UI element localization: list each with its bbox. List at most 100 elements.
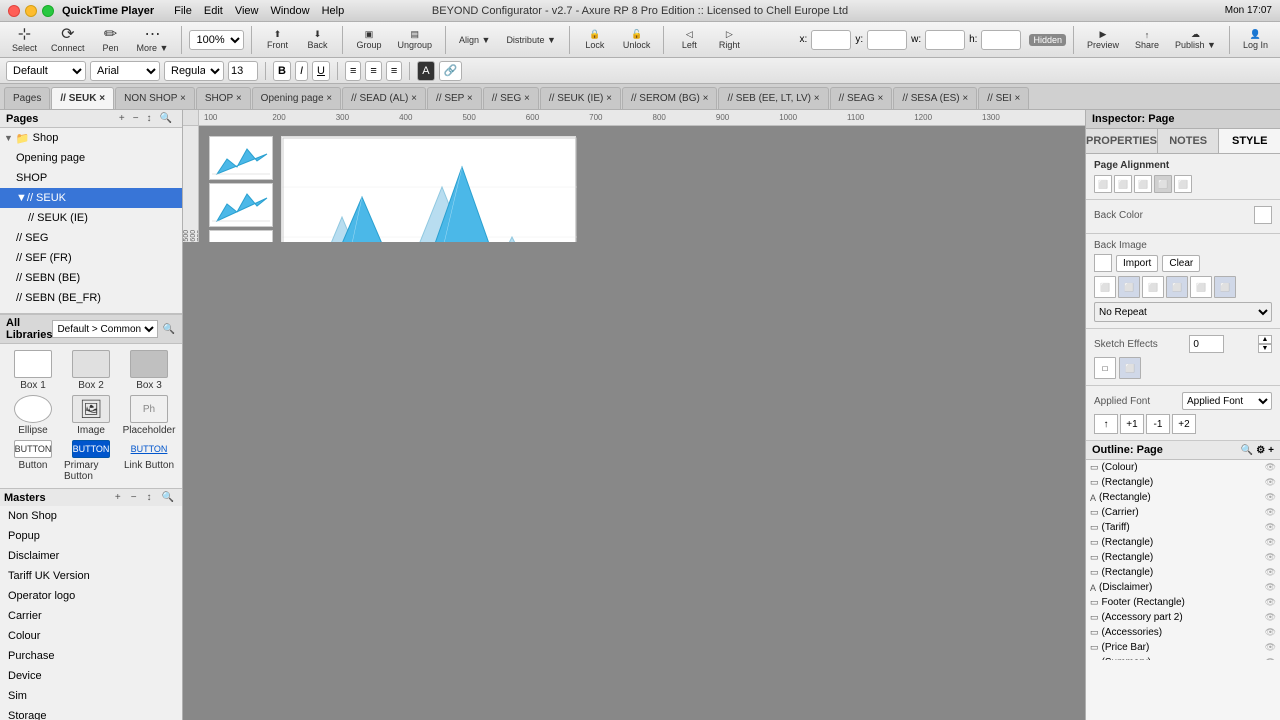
- pattern-btn-2[interactable]: ⬜: [1118, 276, 1140, 298]
- carrier-visibility-icon[interactable]: 👁: [1265, 507, 1276, 518]
- rect2-visibility-icon[interactable]: 👁: [1265, 492, 1276, 503]
- tab-seukie[interactable]: // SEUK (IE) ×: [540, 87, 621, 109]
- repeat-select[interactable]: No Repeat: [1094, 302, 1272, 322]
- pages-search-btn[interactable]: 🔍: [156, 112, 176, 125]
- widget-box3[interactable]: Box 3: [122, 350, 176, 391]
- page-seffr[interactable]: // SEF (FR): [0, 248, 182, 268]
- underline-button[interactable]: U: [312, 61, 330, 81]
- outline-search-btn[interactable]: 🔍: [1241, 445, 1253, 456]
- outline-add-btn[interactable]: +: [1268, 445, 1274, 456]
- tariff-visibility-icon[interactable]: 👁: [1265, 522, 1276, 533]
- share-button[interactable]: ↑ Share: [1129, 28, 1165, 52]
- widget-primary-button[interactable]: BUTTON Primary Button: [64, 440, 118, 482]
- menu-view[interactable]: View: [235, 5, 259, 17]
- disclaimer-visibility-icon[interactable]: 👁: [1265, 582, 1276, 593]
- align-center-button[interactable]: ≡: [365, 61, 381, 81]
- sketch-style-2[interactable]: ⬜: [1119, 357, 1141, 379]
- bold-button[interactable]: B: [273, 61, 291, 81]
- no-repeat-select[interactable]: No Repeat: [1094, 302, 1272, 322]
- library-select[interactable]: Default > Common: [52, 320, 158, 338]
- align-center-btn[interactable]: ⬜: [1114, 175, 1132, 193]
- font-family-select[interactable]: Arial: [90, 61, 160, 81]
- unlock-button[interactable]: 🔓 Unlock: [617, 27, 657, 52]
- align-stretch-btn[interactable]: ⬜: [1154, 175, 1172, 193]
- outline-accessory2[interactable]: ▭ (Accessory part 2) 👁: [1086, 610, 1280, 625]
- link-button[interactable]: 🔗: [439, 61, 463, 81]
- outline-rect-3[interactable]: ▭ (Rectangle) 👁: [1086, 535, 1280, 550]
- right-button[interactable]: ▷ Right: [711, 27, 747, 52]
- align-button[interactable]: Align ▼: [453, 33, 496, 47]
- thumb-3[interactable]: [209, 230, 273, 242]
- sketch-up[interactable]: ▲: [1258, 335, 1272, 344]
- back-button[interactable]: ⬇ Back: [299, 27, 335, 52]
- page-sebnfr[interactable]: // SEBN (BE_FR): [0, 288, 182, 308]
- pattern-btn-4[interactable]: ⬜: [1166, 276, 1188, 298]
- align-left-button[interactable]: ≡: [345, 61, 361, 81]
- connect-tool[interactable]: ⟳ Connect: [45, 25, 91, 55]
- pattern-btn-1[interactable]: ⬜: [1094, 276, 1116, 298]
- font-size-down-btn[interactable]: ↑: [1094, 414, 1118, 434]
- thumb-2[interactable]: [209, 183, 273, 227]
- pattern-btn-3[interactable]: ⬜: [1142, 276, 1164, 298]
- x-input[interactable]: [811, 30, 851, 50]
- master-storage[interactable]: Storage: [0, 706, 182, 720]
- outline-colour[interactable]: ▭ (Colour) 👁: [1086, 460, 1280, 475]
- page-seukie[interactable]: // SEUK (IE): [0, 208, 182, 228]
- tab-pages[interactable]: Pages: [4, 87, 50, 109]
- master-colour[interactable]: Colour: [0, 626, 182, 646]
- menu-file[interactable]: File: [174, 5, 192, 17]
- outline-tariff[interactable]: ▭ (Tariff) 👁: [1086, 520, 1280, 535]
- widget-box2[interactable]: Box 2: [64, 350, 118, 391]
- italic-button[interactable]: I: [295, 61, 308, 81]
- widget-box1[interactable]: Box 1: [6, 350, 60, 391]
- outline-accessories[interactable]: ▭ (Accessories) 👁: [1086, 625, 1280, 640]
- more-tool[interactable]: ⋯ More ▼: [131, 25, 175, 55]
- clear-button[interactable]: Clear: [1162, 255, 1200, 272]
- page-sebn[interactable]: // SEBN (BE): [0, 268, 182, 288]
- outline-pricebar[interactable]: ▭ (Price Bar) 👁: [1086, 640, 1280, 655]
- select-tool[interactable]: ⊹ Select: [6, 25, 43, 55]
- outline-rect-4[interactable]: ▭ (Rectangle) 👁: [1086, 550, 1280, 565]
- tab-opening[interactable]: Opening page ×: [252, 87, 341, 109]
- font-size-minus1-btn[interactable]: -1: [1146, 414, 1170, 434]
- master-purchase[interactable]: Purchase: [0, 646, 182, 666]
- minimize-button[interactable]: [25, 5, 37, 17]
- colour-visibility-icon[interactable]: 👁: [1265, 462, 1276, 473]
- footer-visibility-icon[interactable]: 👁: [1265, 597, 1276, 608]
- outline-summary[interactable]: ▭ (Summary) 👁: [1086, 655, 1280, 660]
- zoom-select[interactable]: 100% 75% 150%: [189, 30, 244, 50]
- outline-carrier[interactable]: ▭ (Carrier) 👁: [1086, 505, 1280, 520]
- master-operator-logo[interactable]: Operator logo: [0, 586, 182, 606]
- align-left-btn[interactable]: ⬜: [1094, 175, 1112, 193]
- tab-sead[interactable]: // SEAD (AL) ×: [342, 87, 426, 109]
- sketch-input[interactable]: [1189, 335, 1224, 353]
- accessory2-visibility-icon[interactable]: 👁: [1265, 612, 1276, 623]
- rect5-visibility-icon[interactable]: 👁: [1265, 567, 1276, 578]
- login-button[interactable]: 👤 Log In: [1237, 27, 1274, 52]
- w-input[interactable]: [925, 30, 965, 50]
- pages-delete-btn[interactable]: −: [129, 112, 143, 125]
- outline-footer[interactable]: ▭ Footer (Rectangle) 👁: [1086, 595, 1280, 610]
- summary-visibility-icon[interactable]: 👁: [1265, 657, 1276, 660]
- menu-help[interactable]: Help: [322, 5, 345, 17]
- widget-link-button[interactable]: BUTTON Link Button: [122, 440, 176, 482]
- masters-delete-btn[interactable]: −: [127, 491, 141, 504]
- sketch-down[interactable]: ▼: [1258, 344, 1272, 353]
- outline-rect-2[interactable]: A (Rectangle) 👁: [1086, 490, 1280, 505]
- tab-properties[interactable]: PROPERTIES: [1086, 129, 1158, 153]
- tab-seg[interactable]: // SEG ×: [483, 87, 539, 109]
- tab-nonshop[interactable]: NON SHOP ×: [115, 87, 195, 109]
- master-carrier[interactable]: Carrier: [0, 606, 182, 626]
- outline-disclaimer[interactable]: A (Disclaimer) 👁: [1086, 580, 1280, 595]
- align-right-btn[interactable]: ⬜: [1134, 175, 1152, 193]
- page-sebnl[interactable]: // SEBN (NL): [0, 308, 182, 313]
- import-button[interactable]: Import: [1116, 255, 1158, 272]
- tab-notes[interactable]: NOTES: [1158, 129, 1220, 153]
- pages-add-btn[interactable]: +: [115, 112, 129, 125]
- accessories-visibility-icon[interactable]: 👁: [1265, 627, 1276, 638]
- rect4-visibility-icon[interactable]: 👁: [1265, 552, 1276, 563]
- widget-ellipse[interactable]: Ellipse: [6, 395, 60, 436]
- page-shop[interactable]: ▼📁 Shop: [0, 128, 182, 148]
- outline-filter-btn[interactable]: ⚙: [1256, 445, 1265, 456]
- tab-style[interactable]: STYLE: [1219, 129, 1280, 153]
